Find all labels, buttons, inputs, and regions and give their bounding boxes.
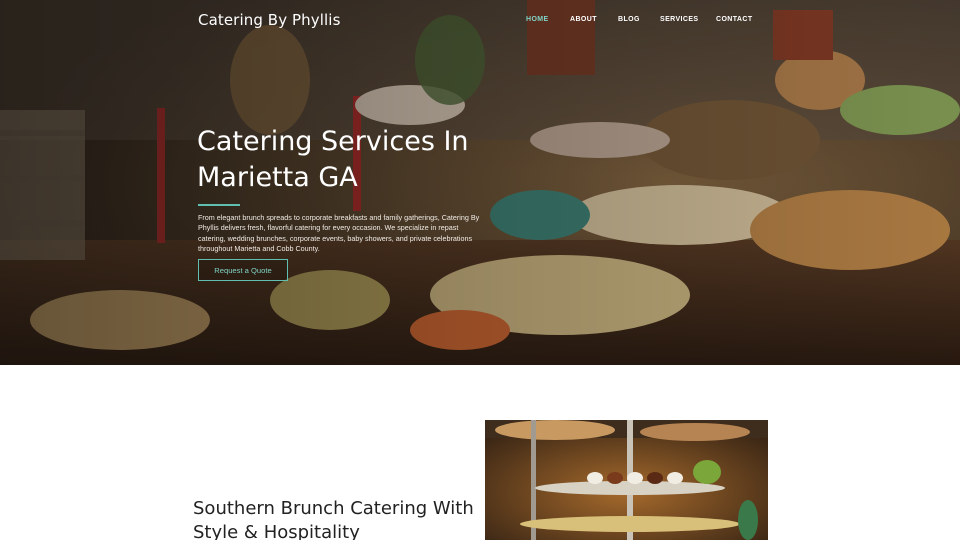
nav-home[interactable]: HOME (526, 16, 549, 23)
nav-about[interactable]: ABOUT (570, 16, 597, 23)
hero-section: Catering By Phyllis HOME ABOUT BLOG SERV… (0, 0, 960, 365)
nav-services[interactable]: SERVICES (660, 16, 698, 23)
request-quote-button[interactable]: Request a Quote (198, 259, 288, 281)
section-title-southern-brunch: Southern Brunch Catering With Style & Ho… (193, 498, 474, 540)
brunch-photo (485, 420, 768, 540)
nav-blog[interactable]: BLOG (618, 16, 640, 23)
hero-divider (198, 204, 240, 206)
nav-contact[interactable]: CONTACT (716, 16, 753, 23)
brunch-dessert-tower-image (485, 420, 768, 540)
main-nav: HOME ABOUT BLOG SERVICES CONTACT (0, 16, 960, 28)
hero-description: From elegant brunch spreads to corporate… (198, 213, 480, 253)
hero-title: Catering Services In Marietta GA (197, 126, 469, 193)
